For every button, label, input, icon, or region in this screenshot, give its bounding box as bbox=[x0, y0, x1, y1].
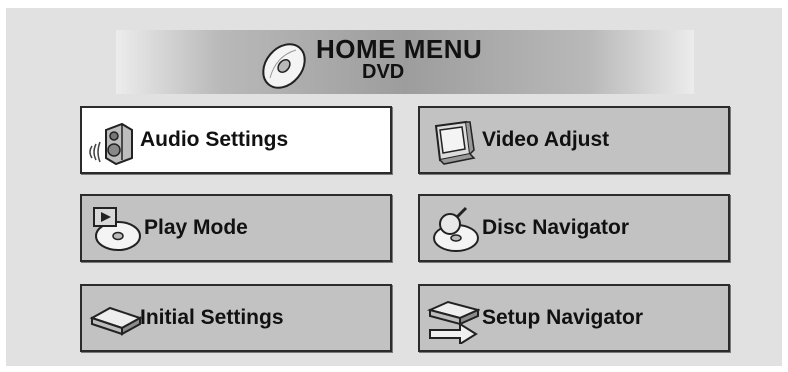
audio-settings-label: Audio Settings bbox=[140, 128, 289, 151]
play-disc-icon bbox=[93, 207, 141, 251]
disc-navigator-button[interactable]: Disc Navigator bbox=[418, 194, 730, 262]
tv-icon bbox=[434, 120, 476, 165]
disc-icon bbox=[262, 43, 306, 89]
initial-settings-button[interactable]: Initial Settings bbox=[80, 284, 392, 352]
player-arrow-icon bbox=[427, 300, 480, 344]
magnify-disc-icon bbox=[433, 206, 479, 252]
initial-settings-label: Initial Settings bbox=[140, 306, 284, 329]
setup-navigator-label: Setup Navigator bbox=[482, 306, 644, 329]
setup-navigator-button[interactable]: Setup Navigator bbox=[418, 284, 730, 352]
title-banner: HOME MENU DVD bbox=[116, 30, 694, 94]
play-mode-button[interactable]: Play Mode bbox=[80, 194, 392, 262]
disc-navigator-label: Disc Navigator bbox=[482, 216, 630, 239]
audio-settings-button[interactable]: Audio Settings bbox=[80, 106, 392, 174]
home-menu-screen: HOME MENU DVD Audio Settings Video Adjus… bbox=[6, 8, 782, 366]
speaker-icon bbox=[89, 122, 133, 166]
video-adjust-button[interactable]: Video Adjust bbox=[418, 106, 730, 174]
player-icon bbox=[89, 306, 142, 336]
page-subtitle: DVD bbox=[362, 61, 405, 83]
video-adjust-label: Video Adjust bbox=[482, 128, 610, 151]
title-area: HOME MENU DVD bbox=[116, 30, 694, 94]
play-mode-label: Play Mode bbox=[144, 216, 248, 239]
